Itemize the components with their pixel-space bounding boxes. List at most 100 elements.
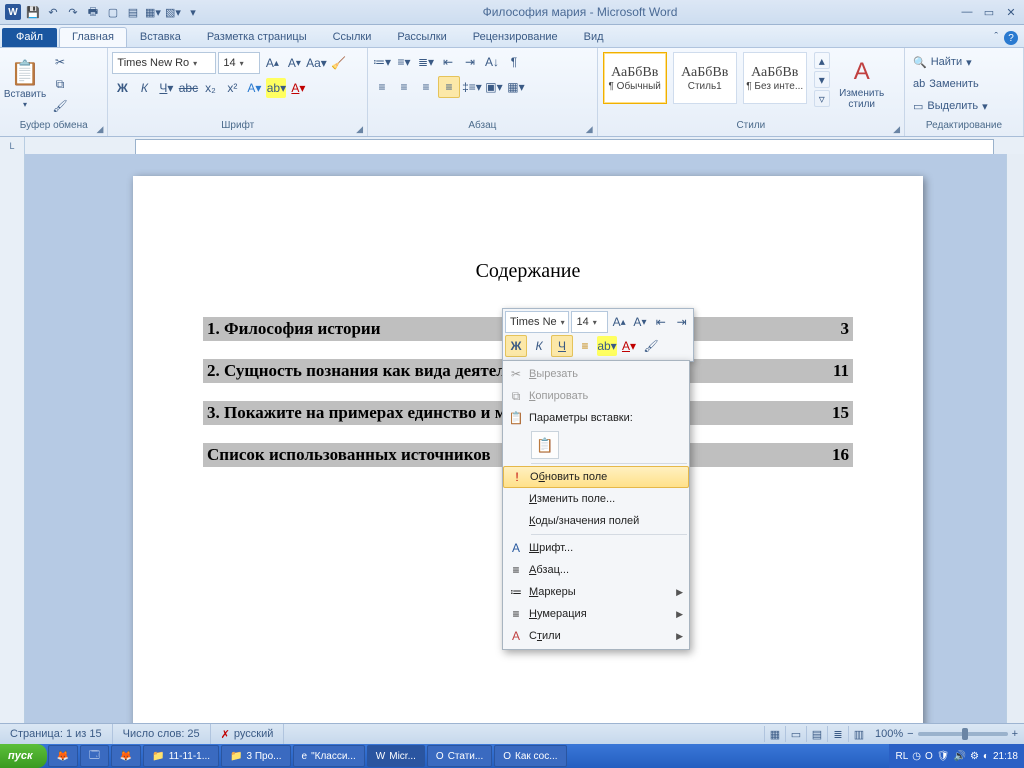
clear-format-icon[interactable]: 🧹	[328, 53, 348, 73]
font-size-combo[interactable]: 14▾	[218, 52, 260, 74]
view-print-icon[interactable]: ▦	[764, 726, 785, 742]
undo-icon[interactable]: ↶	[44, 3, 62, 21]
cut-icon[interactable]: ✂	[50, 52, 70, 72]
tab-view[interactable]: Вид	[571, 27, 617, 47]
quick-launch[interactable]: 🦊	[48, 745, 78, 767]
italic-icon[interactable]: К	[134, 78, 154, 98]
start-button[interactable]: пуск	[0, 744, 47, 768]
mini-font-color-icon[interactable]: A▾	[619, 336, 639, 356]
text-effects-icon[interactable]: A▾	[244, 78, 264, 98]
qat-icon3[interactable]: ▧▾	[164, 3, 182, 21]
increase-indent-icon[interactable]: ⇥	[460, 52, 480, 72]
strike-icon[interactable]: abc	[178, 78, 198, 98]
tray-icon[interactable]: O	[925, 751, 933, 762]
status-lang[interactable]: ✗русский	[211, 724, 285, 744]
print-icon[interactable]: 🖶	[84, 3, 102, 21]
mini-size-combo[interactable]: 14▾	[571, 311, 607, 333]
quick-launch[interactable]: 🗔	[80, 745, 109, 767]
grow-font-icon[interactable]: A▴	[262, 53, 282, 73]
taskbar-item[interactable]: 📁 3 Про...	[221, 745, 290, 767]
styles-more-icon[interactable]: ▿	[814, 90, 830, 107]
tray-icon[interactable]: 🛡	[937, 751, 950, 762]
tray-icon[interactable]: ⚙	[970, 751, 979, 762]
zoom-level[interactable]: 100%	[875, 728, 903, 740]
font-color-icon[interactable]: A▾	[288, 78, 308, 98]
minimize-ribbon-icon[interactable]: ˆ	[994, 31, 998, 45]
tab-layout[interactable]: Разметка страницы	[194, 27, 320, 47]
new-doc-icon[interactable]: ▢	[104, 3, 122, 21]
ctx-numbering[interactable]: ≡Нумерация▶	[503, 603, 689, 625]
qat-icon2[interactable]: ▦▾	[144, 3, 162, 21]
tab-selector[interactable]: L	[0, 137, 25, 155]
taskbar-item[interactable]: e "Класси...	[293, 745, 365, 767]
mini-shrink-icon[interactable]: A▾	[631, 312, 650, 332]
mini-indent-inc-icon[interactable]: ⇥	[672, 312, 691, 332]
select-button[interactable]: ▭Выделить ▾	[909, 96, 992, 116]
mini-highlight-icon[interactable]: ab▾	[597, 336, 617, 356]
shading-icon[interactable]: ▣▾	[484, 77, 504, 97]
taskbar-item[interactable]: 📁 11-11-1...	[143, 745, 219, 767]
scrollbar-vertical[interactable]	[1006, 154, 1024, 724]
view-read-icon[interactable]: ▭	[785, 726, 806, 742]
subscript-icon[interactable]: x₂	[200, 78, 220, 98]
ruler-vertical[interactable]	[0, 154, 25, 724]
mini-bold-icon[interactable]: Ж	[505, 335, 527, 357]
ctx-toggle-codes[interactable]: Коды/значения полей	[503, 510, 689, 532]
borders-icon[interactable]: ▦▾	[506, 77, 526, 97]
ctx-styles[interactable]: AСтили▶	[503, 625, 689, 647]
save-icon[interactable]: 💾	[24, 3, 42, 21]
show-marks-icon[interactable]: ¶	[504, 52, 524, 72]
find-button[interactable]: 🔍Найти ▾	[909, 52, 992, 72]
sort-icon[interactable]: A↓	[482, 52, 502, 72]
mini-grow-icon[interactable]: A▴	[610, 312, 629, 332]
change-styles-button[interactable]: AИзменить стили	[834, 52, 890, 114]
mini-underline-icon[interactable]: Ч	[551, 335, 573, 357]
tab-review[interactable]: Рецензирование	[460, 27, 571, 47]
decrease-indent-icon[interactable]: ⇤	[438, 52, 458, 72]
tray-icon[interactable]: 🔊	[954, 751, 966, 762]
ctx-edit-field[interactable]: Изменить поле...	[503, 488, 689, 510]
styles-scroll-up-icon[interactable]: ▴	[814, 52, 830, 69]
line-spacing-icon[interactable]: ‡≡▾	[462, 77, 482, 97]
view-outline-icon[interactable]: ≣	[827, 726, 848, 742]
zoom-slider[interactable]	[918, 732, 1008, 736]
mini-indent-dec-icon[interactable]: ⇤	[651, 312, 670, 332]
word-icon[interactable]: W	[4, 3, 22, 21]
bold-icon[interactable]: Ж	[112, 78, 132, 98]
numbering-icon[interactable]: ≡▾	[394, 52, 414, 72]
dialog-launcher-icon[interactable]: ◢	[97, 124, 104, 135]
taskbar-item[interactable]: O Как сос...	[494, 745, 566, 767]
tab-references[interactable]: Ссылки	[320, 27, 385, 47]
taskbar-item[interactable]: W Micr...	[367, 745, 425, 767]
align-left-icon[interactable]: ≡	[372, 77, 392, 97]
paste-option-button[interactable]: 📋	[531, 431, 559, 459]
multilevel-icon[interactable]: ≣▾	[416, 52, 436, 72]
highlight-icon[interactable]: ab▾	[266, 78, 286, 98]
qat-more-icon[interactable]: ▾	[184, 3, 202, 21]
align-right-icon[interactable]: ≡	[416, 77, 436, 97]
ctx-update-field[interactable]: !Обновить поле	[503, 466, 689, 488]
dialog-launcher-icon[interactable]: ◢	[586, 124, 593, 135]
taskbar-item[interactable]: O Стати...	[427, 745, 492, 767]
maximize-icon[interactable]: ▭	[980, 3, 998, 21]
bullets-icon[interactable]: ≔▾	[372, 52, 392, 72]
mini-font-combo[interactable]: Times Ne▾	[505, 311, 569, 333]
zoom-out-icon[interactable]: −	[907, 728, 913, 740]
styles-scroll-down-icon[interactable]: ▾	[814, 71, 830, 88]
tab-insert[interactable]: Вставка	[127, 27, 194, 47]
replace-button[interactable]: abЗаменить	[909, 74, 992, 94]
tab-file[interactable]: Файл	[2, 28, 57, 47]
mini-center-icon[interactable]: ≡	[575, 336, 595, 356]
shrink-font-icon[interactable]: A▾	[284, 53, 304, 73]
style-normal[interactable]: АаБбВв¶ Обычный	[603, 52, 667, 104]
view-web-icon[interactable]: ▤	[806, 726, 827, 742]
paste-button[interactable]: 📋Вставить▾	[4, 52, 46, 114]
tray-icon[interactable]: ◐	[983, 751, 989, 762]
redo-icon[interactable]: ↷	[64, 3, 82, 21]
align-center-icon[interactable]: ≡	[394, 77, 414, 97]
view-draft-icon[interactable]: ▥	[848, 726, 869, 742]
tray-clock[interactable]: 21:18	[993, 751, 1018, 762]
status-words[interactable]: Число слов: 25	[113, 724, 211, 744]
copy-icon[interactable]: ⧉	[50, 74, 70, 94]
justify-icon[interactable]: ≡	[438, 76, 460, 98]
